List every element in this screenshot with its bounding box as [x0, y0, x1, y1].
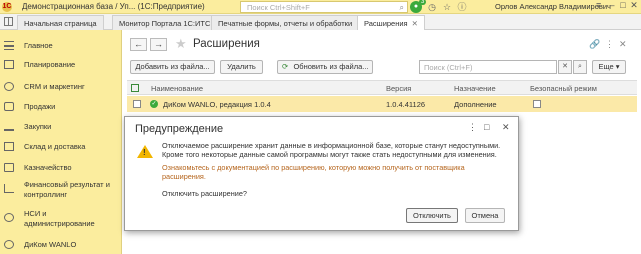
global-search-input[interactable]: Поиск Ctrl+Shift+F ⌕	[240, 1, 408, 13]
sidebar: Главное Планирование CRM и маркетинг Про…	[0, 30, 122, 254]
add-from-file-button[interactable]: Добавить из файла...	[130, 60, 215, 74]
purchases-icon	[4, 122, 14, 131]
window-title: Демонстрационная база / Уп... (1С:Предпр…	[22, 2, 205, 11]
chevron-down-icon: ▾	[615, 62, 620, 71]
app-logo-icon[interactable]: 1С	[2, 2, 12, 12]
search-button[interactable]: ⌕	[573, 60, 587, 74]
more-options-icon[interactable]: ⋮	[605, 39, 614, 50]
calendar-icon	[4, 60, 14, 69]
maximize-icon[interactable]: □	[618, 0, 628, 10]
active-checkbox[interactable]	[133, 100, 141, 108]
sections-panel-icon[interactable]	[4, 17, 13, 26]
row-purpose: Дополнение	[454, 100, 497, 109]
dialog-maximize-icon[interactable]: □	[484, 122, 489, 132]
warehouse-icon	[4, 142, 14, 151]
update-from-file-button[interactable]: ⟳ Обновить из файла...	[277, 60, 373, 74]
history-icon[interactable]: ◷	[426, 1, 438, 13]
close-icon[interactable]: ✕	[629, 0, 639, 11]
search-icon[interactable]: ⌕	[400, 3, 404, 13]
dialog-message-line1: Отключаемое расширение хранит данные в и…	[162, 141, 501, 150]
tab-home[interactable]: Начальная страница	[17, 15, 104, 30]
disable-button[interactable]: Отключить	[406, 208, 458, 223]
tab-extensions[interactable]: Расширения ✕	[357, 15, 425, 31]
more-button[interactable]: Еще ▾	[592, 60, 626, 74]
page-title: Расширения	[193, 38, 260, 50]
dialog-question: Отключить расширение?	[162, 189, 247, 198]
menu-icon	[4, 41, 14, 50]
link-icon[interactable]: 🔗	[589, 39, 600, 50]
tab-print-forms[interactable]: Печатные формы, отчеты и обработки✕	[211, 15, 370, 30]
dikom-icon	[4, 240, 14, 249]
back-button[interactable]: ←	[130, 38, 147, 51]
sales-icon	[4, 102, 14, 111]
documentation-note-line2: расширения.	[162, 172, 206, 181]
dialog-title: Предупреждение	[135, 123, 224, 135]
close-tab-icon[interactable]: ✕	[412, 19, 418, 28]
column-name[interactable]: Наименование	[151, 84, 203, 93]
safe-mode-checkbox[interactable]	[533, 100, 541, 108]
treasury-icon	[4, 163, 14, 172]
cancel-button[interactable]: Отмена	[465, 208, 505, 223]
table-header: Наименование Версия Назначение Безопасны…	[127, 80, 637, 95]
favorite-star-icon[interactable]: ★	[175, 36, 187, 52]
refresh-icon: ⟳	[282, 62, 289, 71]
row-version: 1.0.4.41126	[386, 100, 426, 109]
dialog-more-icon[interactable]: ⋮	[468, 122, 477, 133]
dialog-close-icon[interactable]: ✕	[502, 122, 510, 133]
hamburger-menu-icon[interactable]: ≡	[596, 0, 601, 10]
finance-icon	[4, 184, 14, 193]
column-version[interactable]: Версия	[386, 84, 411, 93]
delete-button[interactable]: Удалить	[220, 60, 263, 74]
clear-search-button[interactable]: ✕	[558, 60, 572, 74]
minimize-icon[interactable]: –	[607, 0, 617, 10]
dialog-message-line2: Кроме того некоторые данные самой програ…	[162, 150, 497, 159]
table-row[interactable]: ✓ ДиКом WANLO, редакция 1.0.4 1.0.4.4112…	[127, 96, 637, 112]
row-name: ДиКом WANLO, редакция 1.0.4	[163, 100, 271, 109]
info-icon[interactable]: ⓘ	[456, 1, 468, 13]
status-ok-icon: ✓	[150, 100, 158, 108]
documentation-note-line1: Ознакомьтесь с документацией по расширен…	[162, 163, 465, 172]
warning-dialog: Предупреждение ⋮ □ ✕ ! Отключаемое расши…	[124, 116, 519, 231]
title-bar: 1С Демонстрационная база / Уп... (1С:Пре…	[0, 0, 641, 14]
close-form-icon[interactable]: ✕	[619, 39, 627, 50]
forward-button[interactable]: →	[150, 38, 167, 51]
favorites-icon[interactable]: ☆	[441, 1, 453, 13]
list-search-input[interactable]: Поиск (Ctrl+F)	[419, 60, 557, 74]
check-column-icon	[131, 84, 139, 92]
user-name[interactable]: Орлов Александр Владимирович	[495, 2, 611, 11]
column-purpose[interactable]: Назначение	[454, 84, 496, 93]
crm-icon	[4, 82, 14, 91]
column-safe-mode[interactable]: Безопасный режим	[530, 84, 597, 93]
tab-bar: Начальная страница Монитор Портала 1С:ИТ…	[0, 14, 641, 31]
gear-icon	[4, 213, 14, 222]
